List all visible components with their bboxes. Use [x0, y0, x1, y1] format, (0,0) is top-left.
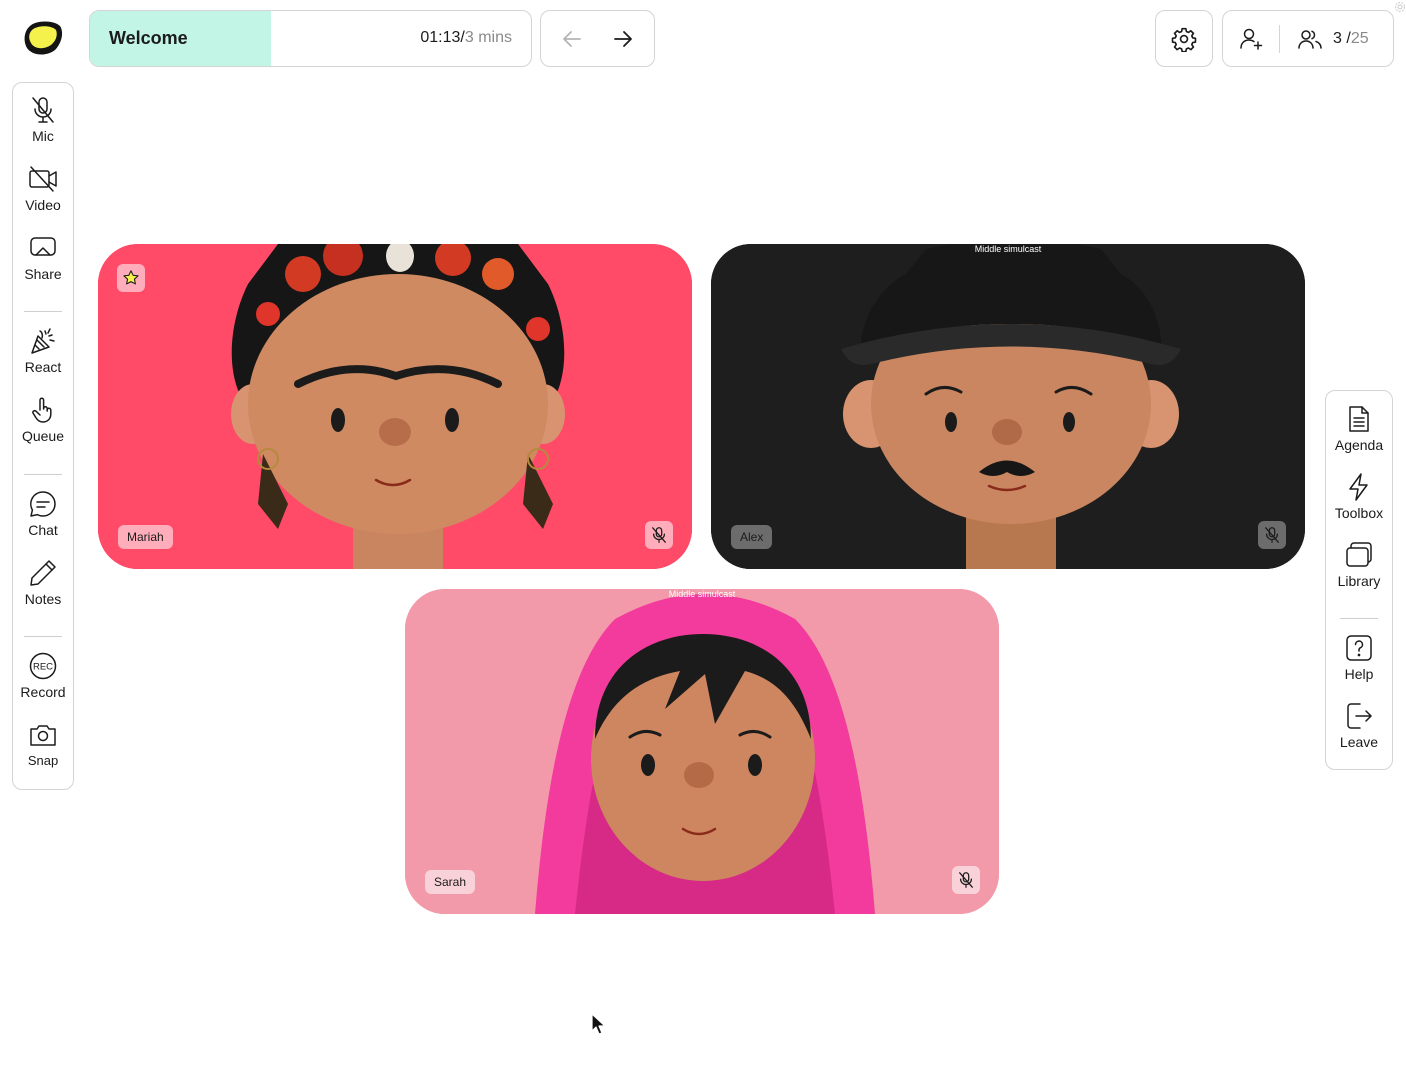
previous-item-button[interactable] — [554, 21, 590, 57]
mic-off-icon — [645, 521, 673, 549]
notes-button[interactable]: Notes — [13, 558, 73, 627]
mic-off-icon — [1258, 521, 1286, 549]
corner-gear-icon[interactable] — [1394, 0, 1406, 12]
participant-avatar — [405, 589, 999, 914]
leave-button[interactable]: Leave — [1329, 701, 1389, 769]
participant-name: Mariah — [118, 525, 173, 549]
agenda-timer: 01:13/3 mins — [420, 29, 512, 47]
users-icon — [1298, 29, 1322, 49]
video-tile-mariah[interactable]: Mariah — [98, 244, 692, 569]
mic-off-icon — [952, 866, 980, 894]
help-label: Help — [1344, 665, 1374, 682]
participant-max: 25 — [1350, 29, 1369, 47]
invite-button[interactable] — [1223, 11, 1279, 66]
library-label: Library — [1337, 573, 1381, 589]
agenda-label: Agenda — [1334, 437, 1384, 453]
notes-label: Notes — [24, 590, 62, 607]
right-toolbar: Agenda Toolbox Library Help Leave — [1325, 390, 1393, 770]
arrow-right-icon — [613, 30, 632, 47]
mic-off-icon — [32, 97, 54, 123]
record-icon: REC — [29, 653, 57, 680]
share-label: Share — [24, 265, 62, 282]
leave-label: Leave — [1339, 733, 1379, 750]
participant-count: 3 — [1333, 29, 1342, 47]
timer-elapsed: 01:13 — [420, 29, 461, 46]
lightning-icon — [1349, 473, 1368, 501]
toolbox-label: Toolbox — [1334, 505, 1384, 521]
chat-button[interactable]: Chat — [13, 489, 73, 558]
video-tile-alex[interactable]: Middle simulcast Alex — [711, 244, 1305, 569]
document-icon — [1349, 406, 1369, 432]
library-button[interactable]: Library — [1329, 540, 1389, 608]
agenda-item-title: Welcome — [109, 28, 188, 48]
simulcast-label: Middle simulcast — [668, 589, 736, 599]
settings-button[interactable] — [1155, 10, 1213, 67]
video-button[interactable]: Video — [13, 164, 73, 233]
react-label: React — [24, 359, 62, 376]
queue-label: Queue — [21, 428, 65, 445]
camera-icon — [30, 725, 56, 746]
participant-avatar — [98, 244, 692, 569]
video-label: Video — [25, 196, 61, 213]
toolbar-divider — [24, 311, 62, 313]
pencil-icon — [30, 559, 56, 586]
app-logo — [22, 18, 64, 58]
record-button[interactable]: REC Record — [13, 651, 73, 720]
left-toolbar: Mic Video Share React Queue Chat Notes R… — [12, 82, 74, 790]
arrow-left-icon — [563, 30, 582, 47]
snap-label: Snap — [27, 753, 59, 769]
help-icon — [1346, 635, 1372, 661]
participant-avatar — [711, 244, 1305, 569]
snap-button[interactable]: Snap — [13, 720, 73, 789]
video-tile-sarah[interactable]: Middle simulcast Sarah — [405, 589, 999, 914]
help-button[interactable]: Help — [1329, 633, 1389, 701]
record-label: Record — [20, 684, 66, 701]
record-badge: REC — [33, 662, 53, 673]
mic-label: Mic — [32, 128, 54, 144]
participants-button[interactable]: 3 /25 — [1280, 28, 1369, 50]
react-button[interactable]: React — [13, 326, 73, 395]
star-icon[interactable] — [117, 264, 145, 292]
gear-icon — [1171, 27, 1197, 52]
simulcast-label: Middle simulcast — [974, 244, 1042, 254]
stacked-cards-icon — [1346, 542, 1372, 567]
toolbox-button[interactable]: Toolbox — [1329, 472, 1389, 540]
queue-button[interactable]: Queue — [13, 395, 73, 464]
mic-button[interactable]: Mic — [13, 95, 73, 164]
chat-label: Chat — [28, 521, 58, 538]
agenda-button[interactable]: Agenda — [1329, 404, 1389, 472]
exit-icon — [1347, 703, 1372, 729]
toolbar-divider — [1340, 618, 1378, 619]
share-button[interactable]: Share — [13, 233, 73, 302]
chat-bubble-icon — [30, 491, 56, 517]
toolbar-divider — [24, 473, 62, 475]
next-item-button[interactable] — [605, 21, 641, 57]
party-popper-icon — [31, 328, 55, 355]
agenda-navigation — [540, 10, 655, 67]
mouse-cursor-icon — [591, 1013, 607, 1037]
participant-name: Sarah — [425, 870, 476, 894]
toolbar-divider — [24, 636, 62, 638]
timer-total: 3 mins — [464, 29, 512, 46]
screen-share-icon — [30, 236, 56, 256]
raised-hand-icon — [32, 397, 52, 423]
agenda-progress-bar[interactable]: Welcome 01:13/3 mins — [89, 10, 532, 67]
people-panel: 3 /25 — [1222, 10, 1394, 67]
add-user-icon — [1240, 28, 1263, 50]
video-off-icon — [29, 166, 57, 192]
participant-name: Alex — [731, 525, 773, 549]
